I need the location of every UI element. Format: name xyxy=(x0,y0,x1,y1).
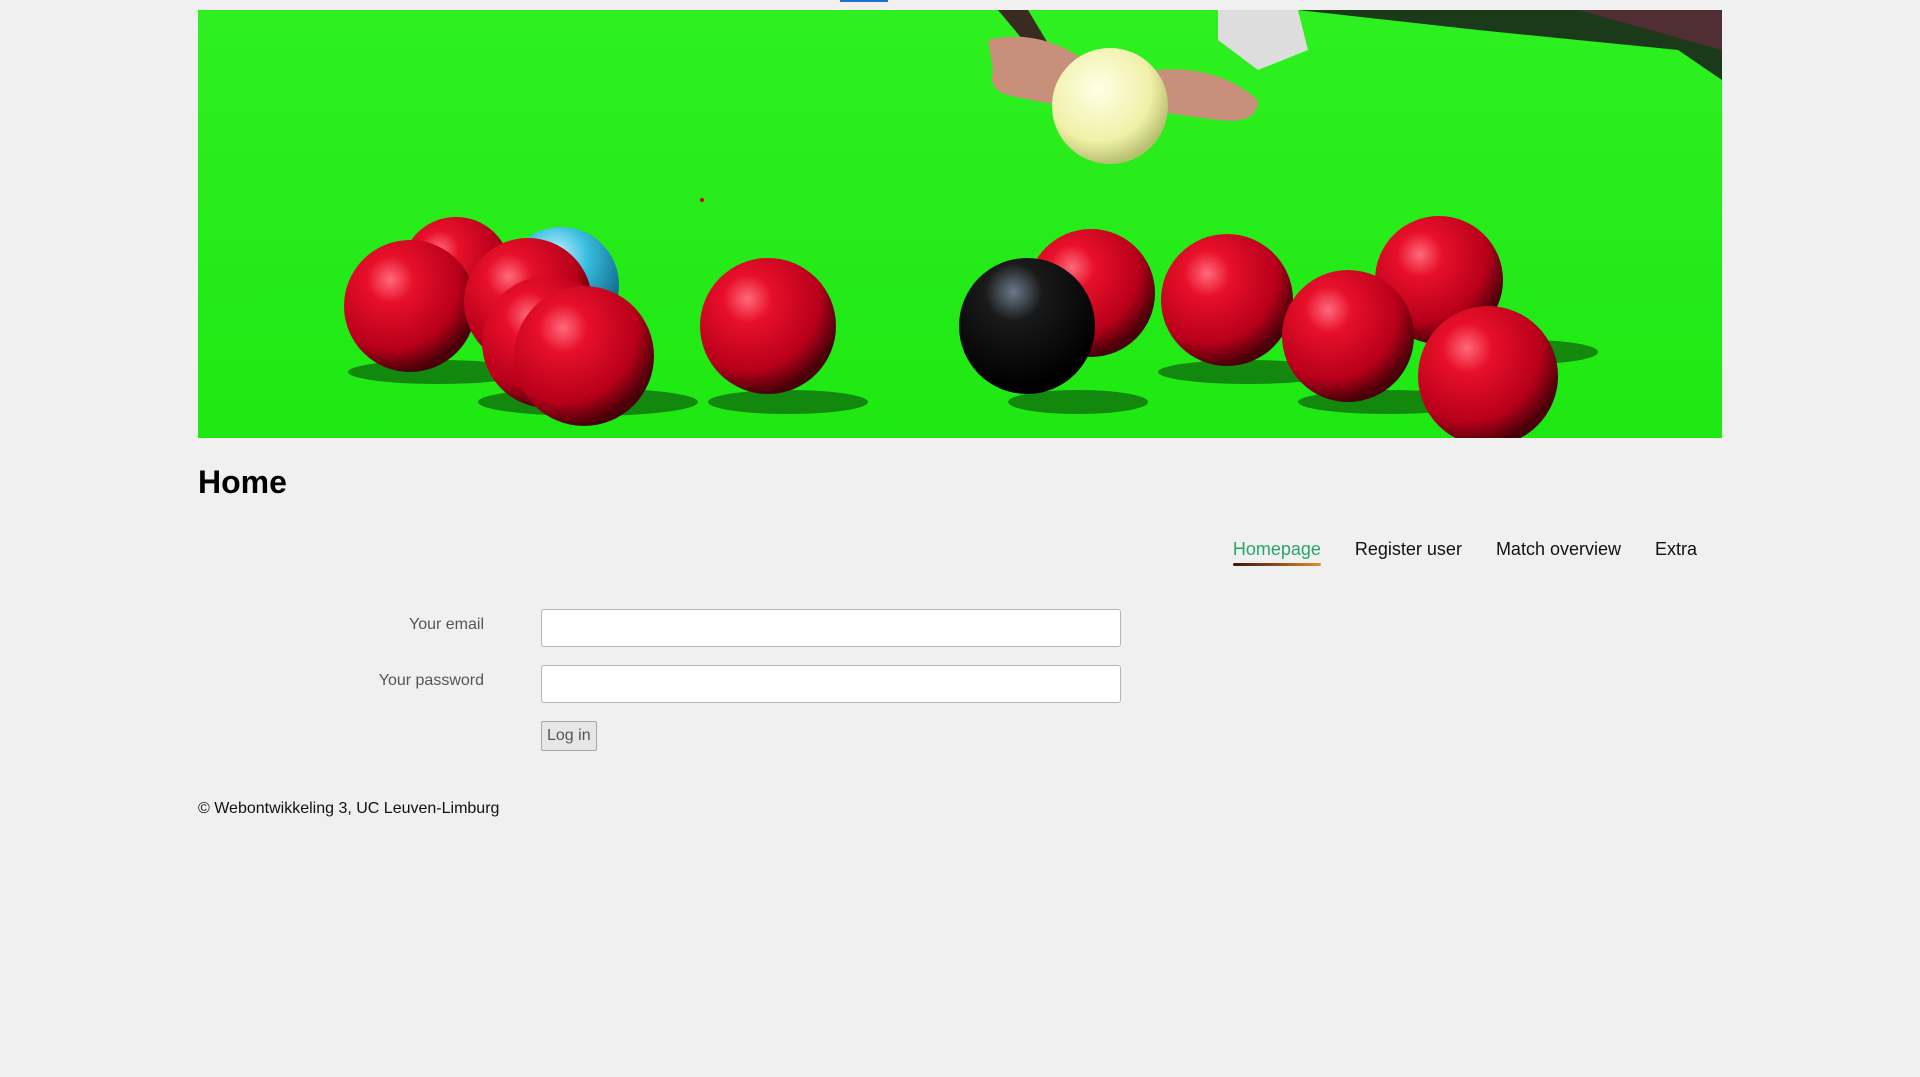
nav-item-extra[interactable]: Extra xyxy=(1655,536,1697,566)
page-title: Home xyxy=(198,464,287,500)
password-label: Your password xyxy=(378,672,484,689)
password-row: Your password xyxy=(198,662,1198,718)
page: Home Homepage Register user Match overvi… xyxy=(0,0,1920,1077)
password-field[interactable] xyxy=(541,665,1121,703)
main-nav: Homepage Register user Match overview Ex… xyxy=(1232,536,1697,566)
banner-image xyxy=(198,10,1722,438)
footer-text: © Webontwikkeling 3, UC Leuven-Limburg xyxy=(198,800,500,817)
nav-item-register-user[interactable]: Register user xyxy=(1355,536,1462,566)
email-field[interactable] xyxy=(541,609,1121,647)
nav-item-homepage[interactable]: Homepage xyxy=(1232,536,1321,566)
email-label: Your email xyxy=(408,616,484,633)
login-button[interactable]: Log in xyxy=(541,721,597,751)
top-indicator xyxy=(840,0,888,2)
email-row: Your email xyxy=(198,606,1198,662)
login-form: Your email Your password Log in xyxy=(198,606,1198,751)
nav-item-match-overview[interactable]: Match overview xyxy=(1496,536,1621,566)
